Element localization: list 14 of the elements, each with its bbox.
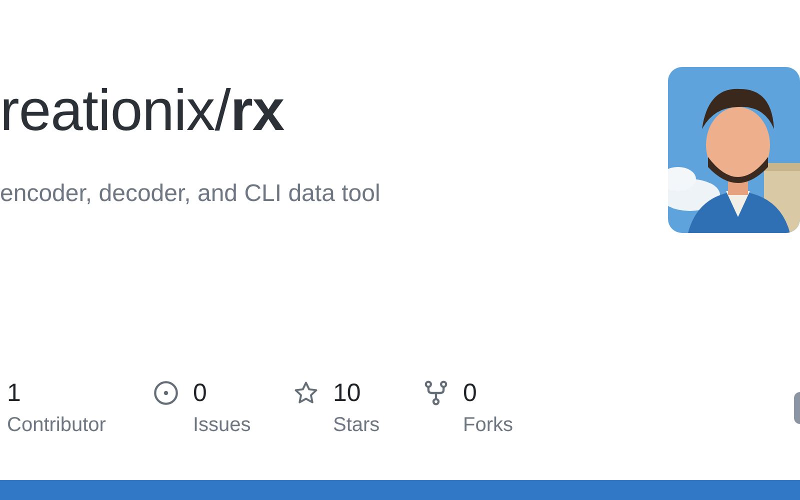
stat-label: Forks bbox=[463, 413, 513, 438]
stat-count: 0 bbox=[463, 378, 478, 408]
stat-label: Stars bbox=[333, 413, 380, 438]
repo-title: reationix/rx bbox=[0, 77, 286, 145]
stat-count: 0 bbox=[193, 378, 208, 408]
star-icon bbox=[293, 380, 319, 406]
avatar-icon bbox=[794, 392, 800, 424]
repo-description: encoder, decoder, and CLI data tool bbox=[0, 179, 380, 209]
issue-icon bbox=[153, 380, 179, 406]
stat-count: 10 bbox=[333, 378, 362, 408]
stat-label: Contributor bbox=[7, 413, 106, 438]
stat-count: 1 bbox=[7, 378, 22, 408]
fork-icon bbox=[423, 380, 449, 406]
stat-label: Issues bbox=[193, 413, 251, 438]
